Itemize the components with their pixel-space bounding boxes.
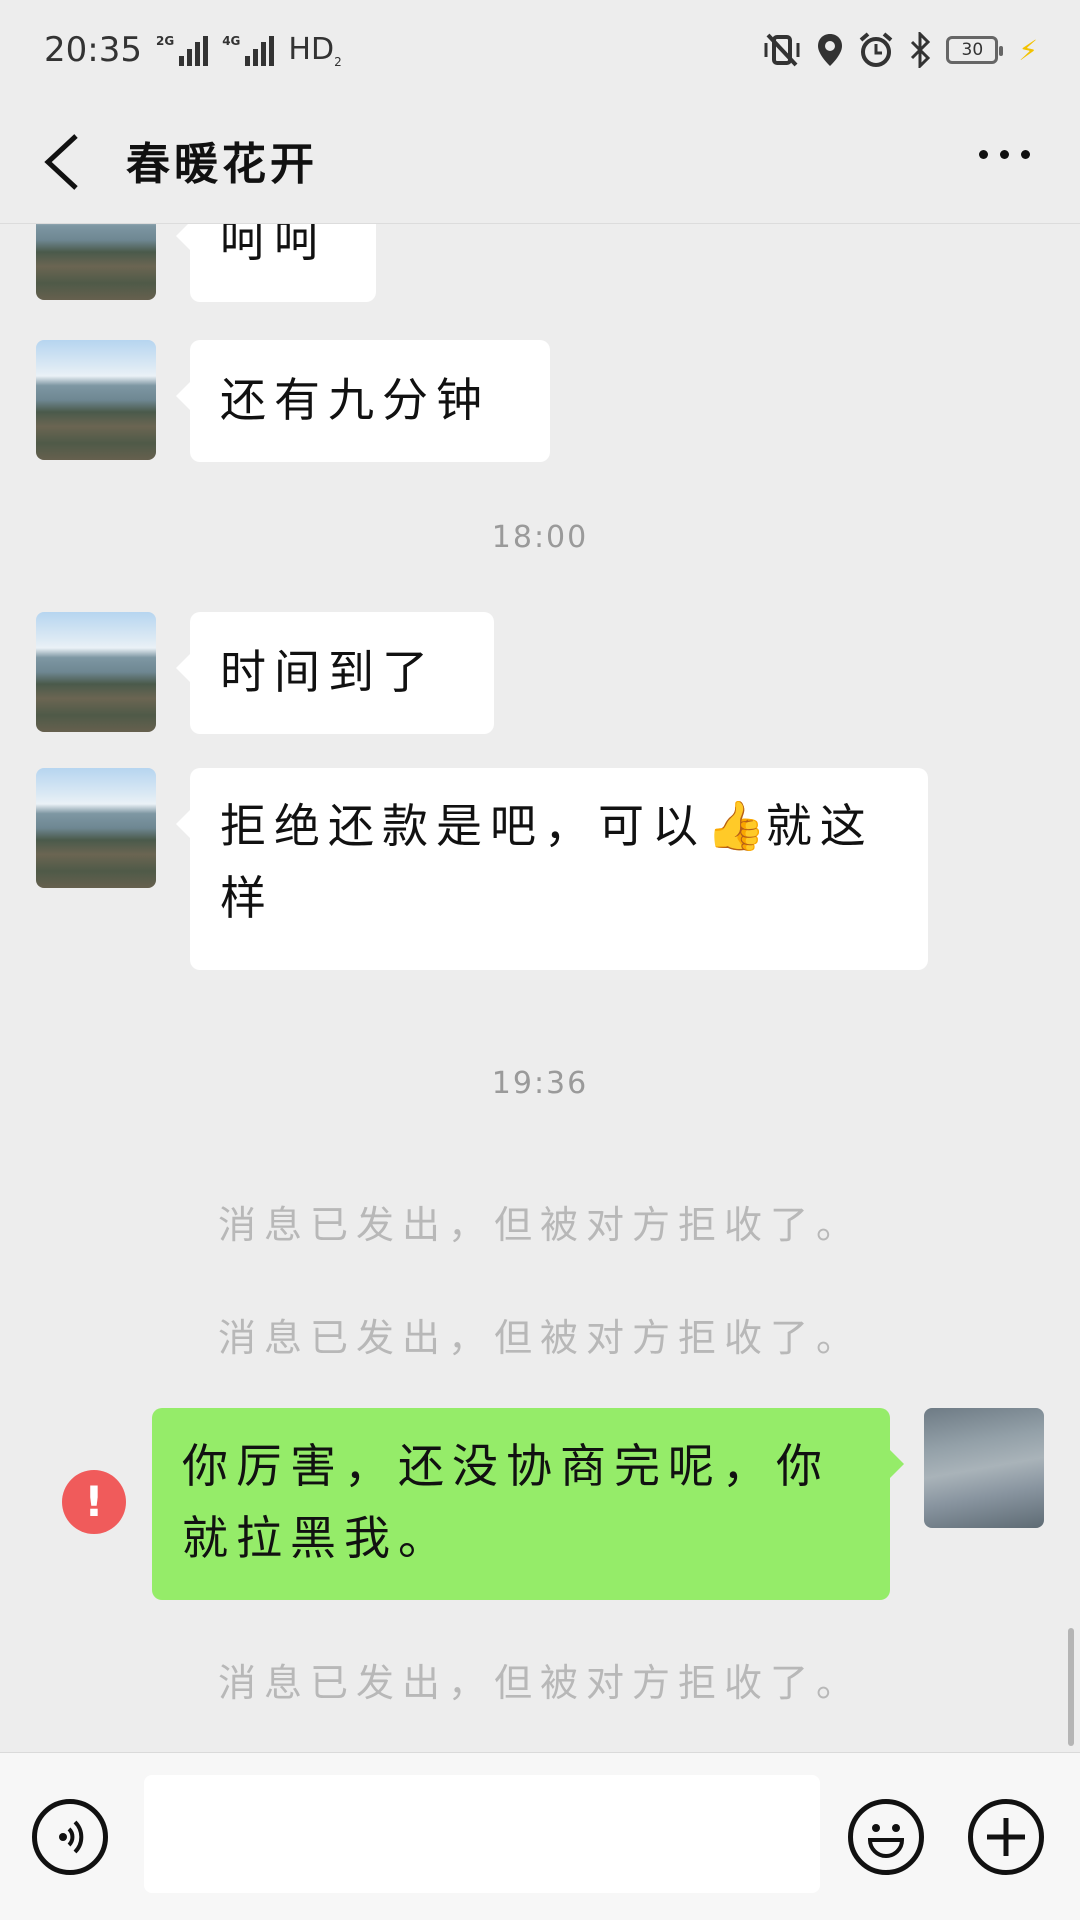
location-icon — [818, 34, 843, 66]
alarm-icon — [860, 32, 893, 67]
signal-4g-icon: 4G — [222, 34, 275, 66]
vibrate-mute-icon — [764, 33, 800, 67]
signal-2g-icon: 2G — [156, 34, 209, 66]
plus-icon — [987, 1818, 1025, 1856]
my-message-bubble[interactable]: 你厉害，还没协商完呢，你就拉黑我。 — [152, 1408, 904, 1600]
message-bubble[interactable]: 呵呵 — [176, 224, 376, 302]
status-right: 30 ⚡ — [762, 32, 1038, 68]
back-icon[interactable] — [36, 130, 96, 194]
contact-avatar[interactable] — [36, 224, 156, 300]
add-button[interactable] — [968, 1799, 1044, 1875]
system-notice: 消息已发出，但被对方拒收了。 — [217, 1661, 862, 1705]
status-time: 20:35 — [44, 30, 142, 70]
bluetooth-icon — [911, 32, 931, 68]
time-label: 19:36 — [491, 1066, 589, 1101]
message-bubble[interactable]: 还有九分钟 — [176, 340, 550, 462]
contact-avatar[interactable] — [36, 612, 156, 732]
scrollbar[interactable] — [1068, 1628, 1074, 1746]
status-left: 20:35 2G 4G HD2 — [44, 30, 342, 70]
time-label: 18:00 — [491, 520, 589, 555]
voice-icon — [59, 1820, 84, 1854]
battery-icon: 30 — [946, 36, 1004, 64]
smiley-icon — [867, 1824, 905, 1858]
voice-button[interactable] — [32, 1799, 108, 1875]
emoji-button[interactable] — [848, 1799, 924, 1875]
contact-avatar[interactable] — [36, 340, 156, 460]
chat-title: 春暖花开 — [126, 139, 318, 190]
charging-icon: ⚡ — [1018, 33, 1038, 67]
thumbs-up-icon: 👍 — [706, 798, 766, 854]
input-bar — [0, 1752, 1080, 1920]
more-icon[interactable] — [979, 150, 1030, 159]
system-notice: 消息已发出，但被对方拒收了。 — [217, 1203, 862, 1247]
my-avatar[interactable] — [924, 1408, 1044, 1528]
system-notice: 消息已发出，但被对方拒收了。 — [217, 1316, 862, 1360]
status-bar: 20:35 2G 4G HD2 30 ⚡ — [0, 0, 1080, 100]
send-failed-icon[interactable]: ! — [62, 1470, 126, 1534]
contact-avatar[interactable] — [36, 768, 156, 888]
message-bubble[interactable]: 拒绝还款是吧，可以👍就这样 — [176, 768, 928, 970]
hd-indicator: HD2 — [288, 31, 342, 69]
chat-header: 春暖花开 — [0, 100, 1080, 224]
chat-area[interactable]: 呵呵 还有九分钟 18:00 时间到了 拒绝还款是吧，可以👍就这样 19:36 … — [0, 224, 1080, 1752]
message-input[interactable] — [144, 1775, 820, 1893]
message-bubble[interactable]: 时间到了 — [176, 612, 494, 734]
